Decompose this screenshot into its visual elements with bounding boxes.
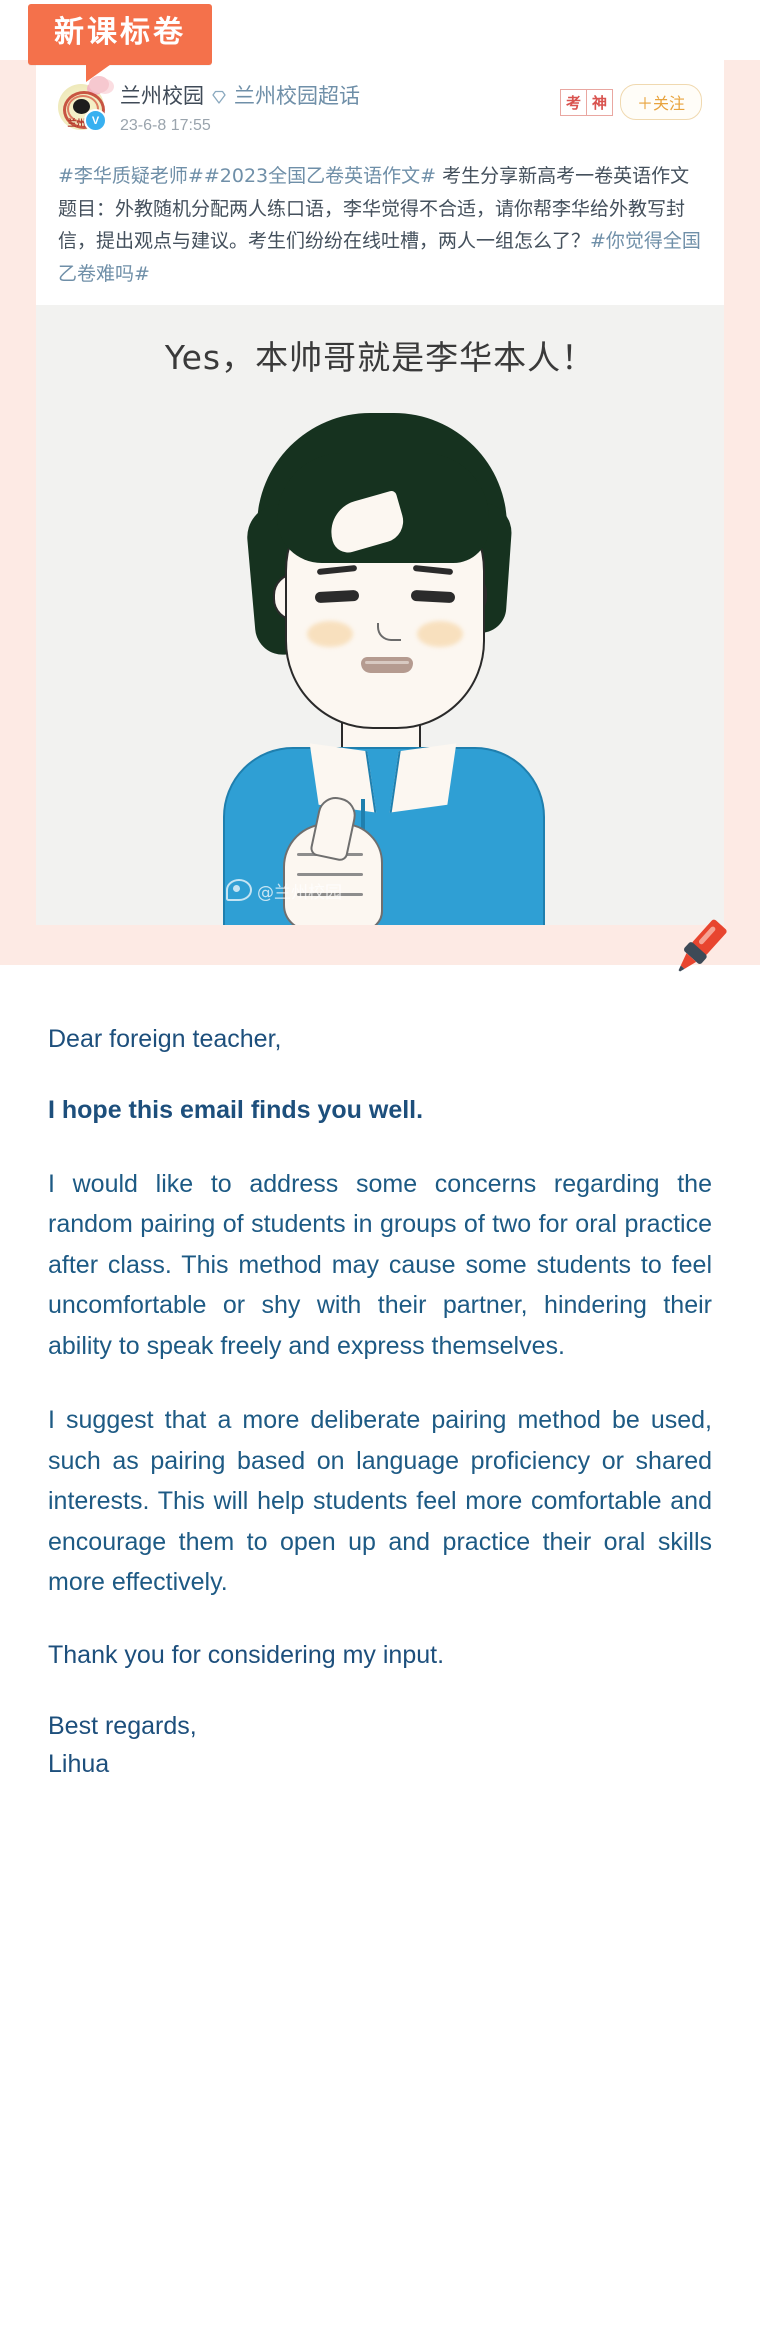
- letter-salutation: Dear foreign teacher,: [48, 1024, 282, 1053]
- letter-closing: Thank you for considering my input.: [48, 1640, 445, 1669]
- verified-badge-icon: V: [84, 109, 107, 132]
- mouth: [361, 656, 413, 673]
- avatar[interactable]: 兰州校 V: [58, 76, 109, 132]
- exam-god-stamp: 考 神: [559, 88, 613, 116]
- letter-signature: Lihua: [48, 1749, 110, 1778]
- weibo-post-image[interactable]: Yes，本帅哥就是李华本人！ @兰州校园: [36, 304, 724, 925]
- weibo-logo-icon: [226, 879, 252, 902]
- badge-tail: [86, 61, 114, 82]
- letter-paragraph-1: I would like to address some concerns re…: [48, 1169, 712, 1360]
- weibo-post-text: #李华质疑老师##2023全国乙卷英语作文# 考生分享新高考一卷英语作文题目：外…: [58, 160, 702, 291]
- hair-fringe: [277, 452, 489, 563]
- letter-signoff: Best regards,: [48, 1712, 197, 1741]
- cartoon-boy-illustration: [36, 393, 724, 925]
- weibo-post-card: 兰州校 V 兰州校园 兰州校园超话 23-6-8 17:55 考 神 ＋关注 #…: [36, 60, 724, 925]
- weibo-supertopic-link[interactable]: 兰州校园超话: [234, 84, 360, 109]
- weibo-username[interactable]: 兰州校园: [120, 84, 204, 109]
- weibo-panel: 兰州校 V 兰州校园 兰州校园超话 23-6-8 17:55 考 神 ＋关注 #…: [0, 60, 760, 972]
- weibo-header-actions: 考 神 ＋关注: [559, 84, 702, 120]
- letter-paragraph-2: I suggest that a more deliberate pairing…: [48, 1406, 712, 1597]
- image-watermark: @兰州校园: [226, 878, 342, 903]
- weibo-timestamp: 23-6-8 17:55: [120, 117, 211, 135]
- paper-type-badge: 新课标卷: [28, 4, 212, 82]
- weibo-name-row: 兰州校园 兰州校园超话: [120, 84, 360, 109]
- meme-caption-text: Yes，本帅哥就是李华本人！: [164, 337, 596, 377]
- stamp-char-2: 神: [585, 88, 613, 116]
- hashtag-english-essay[interactable]: #2023全国乙卷英语作文#: [204, 165, 436, 187]
- paper-type-badge-label: 新课标卷: [28, 4, 212, 65]
- hashtag-li-hua[interactable]: #李华质疑老师#: [58, 165, 204, 187]
- marker-pen-icon: [666, 911, 736, 981]
- diamond-icon: [211, 89, 227, 105]
- follow-button[interactable]: ＋关注: [619, 84, 702, 120]
- eye-right: [410, 589, 456, 603]
- cheek-blush-left: [307, 620, 353, 647]
- collar-right: [389, 743, 457, 813]
- watermark-text: @兰州校园: [257, 882, 342, 903]
- weibo-author-block: 兰州校园 兰州校园超话 23-6-8 17:55: [120, 82, 360, 135]
- weibo-post-header: 兰州校 V 兰州校园 兰州校园超话 23-6-8 17:55 考 神 ＋关注: [58, 76, 702, 144]
- eye-left: [314, 589, 360, 603]
- screenshot-root: 新课标卷 兰州校 V 兰州校园 兰州校园超话 23-6-8 17:55 考 神 …: [0, 0, 760, 2336]
- letter-body: Dear foreign teacher, I hope this email …: [0, 964, 760, 1854]
- cheek-blush-right: [417, 620, 463, 647]
- letter-opening: I hope this email finds you well.: [48, 1096, 424, 1125]
- stamp-char-1: 考: [559, 88, 587, 116]
